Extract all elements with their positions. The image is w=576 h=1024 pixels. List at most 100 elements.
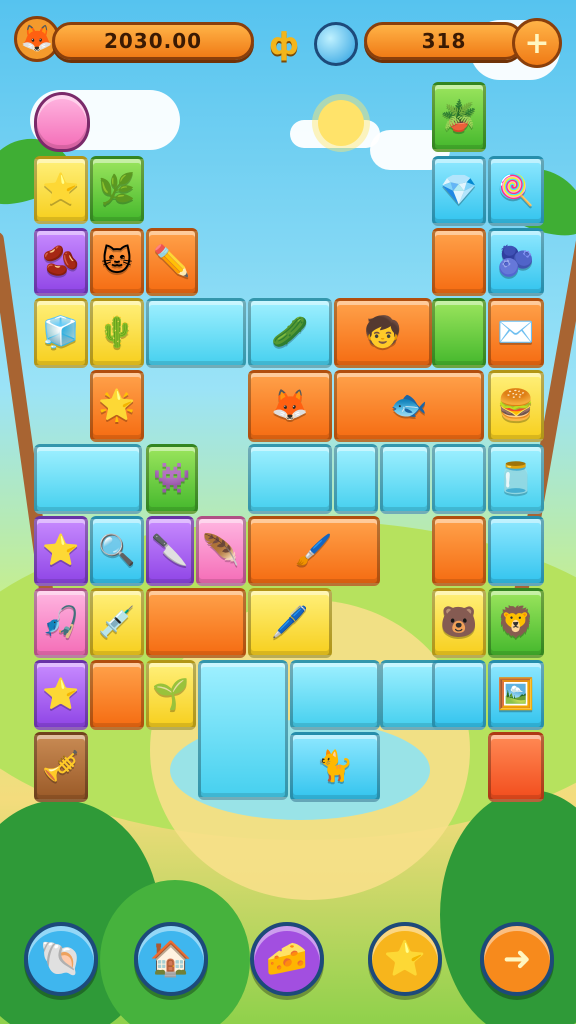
tile-filler[interactable] <box>432 660 486 730</box>
tile-leaf[interactable]: 🌿 <box>90 156 144 224</box>
tile-leaf-drop-icon: 🌱 <box>152 677 190 712</box>
tile-brush-icon: 🖌️ <box>295 533 333 568</box>
tile-plant-icon: 🪴 <box>440 99 478 134</box>
tile-star-icon: ⭐ <box>42 172 80 207</box>
tile-fish-icon: 🐟 <box>390 388 428 423</box>
tile-filler[interactable] <box>432 298 486 368</box>
tile-star-small[interactable]: ⭐ <box>34 660 88 730</box>
shell-icon: 🐚 <box>39 939 83 979</box>
tile-orange-small[interactable] <box>90 660 144 730</box>
tile-ice-icon: 🧊 <box>42 315 80 350</box>
tile-filler[interactable] <box>432 228 486 296</box>
tile-frame[interactable]: 🖼️ <box>488 660 544 730</box>
tile-jar-icon: 🫙 <box>497 461 535 496</box>
tile-filler[interactable] <box>432 444 486 514</box>
tile-kids[interactable]: 🧒 <box>334 298 432 368</box>
tile-fox[interactable]: 🦊 <box>248 370 332 442</box>
tile-magnifier[interactable]: 🔍 <box>90 516 144 586</box>
house-icon: 🏠 <box>149 939 193 979</box>
tile-burger[interactable]: 🍔 <box>488 370 544 442</box>
tile-envelope-icon: ✉️ <box>497 315 535 350</box>
tile-pencil-icon: ✏️ <box>153 244 191 279</box>
tile-ice[interactable]: 🧊 <box>34 298 88 368</box>
tile-magnifier-icon: 🔍 <box>98 533 136 568</box>
tile-leaf-icon: 🌿 <box>98 172 136 207</box>
tile-orange-wide[interactable] <box>146 588 246 658</box>
tile-star-yellow[interactable]: ⭐ <box>34 516 88 586</box>
tile-feather[interactable]: 🪶 <box>196 516 246 586</box>
cheese-button[interactable]: 🧀 <box>250 922 324 996</box>
tile-pen-icon: 🖊️ <box>271 605 309 640</box>
tile-brush[interactable]: 🖌️ <box>248 516 380 586</box>
tile-bean[interactable]: 🫘 <box>34 228 88 296</box>
tile-orange-block[interactable] <box>432 516 486 586</box>
tile-jar[interactable]: 🫙 <box>488 444 544 514</box>
tile-knife[interactable]: 🔪 <box>146 516 194 586</box>
tile-fish[interactable]: 🐟 <box>334 370 484 442</box>
tile-knife-icon: 🔪 <box>151 533 189 568</box>
sun-icon <box>318 100 364 146</box>
gem-icon <box>314 22 358 66</box>
tile-bear-icon: 🐻 <box>440 605 478 640</box>
tile-star-small-icon: ⭐ <box>42 677 80 712</box>
star-button[interactable]: ⭐ <box>368 922 442 996</box>
tile-pickle[interactable]: 🥒 <box>248 298 332 368</box>
tile-kids-icon: 🧒 <box>364 315 402 350</box>
tile-filler[interactable] <box>380 444 430 514</box>
tile-lion[interactable]: 🦁 <box>488 588 544 658</box>
tile-lollipop[interactable]: 🍭 <box>488 156 544 226</box>
tile-filler[interactable] <box>334 444 378 514</box>
tile-star-yellow-icon: ⭐ <box>42 533 80 568</box>
star-icon: ⭐ <box>383 939 427 979</box>
tile-blue-block[interactable] <box>488 516 544 586</box>
tile-frame-icon: 🖼️ <box>497 677 535 712</box>
rune-icon: ф <box>269 26 299 62</box>
add-coins-button[interactable]: + <box>512 18 562 68</box>
tile-pencil[interactable]: ✏️ <box>146 228 198 296</box>
tile-syringe-icon: 💉 <box>98 605 136 640</box>
tile-gem-icon: 💎 <box>440 173 478 208</box>
tile-plant[interactable]: 🪴 <box>432 82 486 152</box>
tile-red[interactable] <box>488 732 544 802</box>
tile-monster[interactable]: 👾 <box>146 444 198 514</box>
tile-trumpet-icon: 🎺 <box>42 749 80 784</box>
tile-ice-big[interactable] <box>198 660 288 800</box>
egg-decoration <box>34 92 90 152</box>
tile-empty[interactable] <box>146 298 246 368</box>
tile-cat[interactable]: 🐱 <box>90 228 144 296</box>
coins-value: 318 <box>421 29 467 53</box>
tile-burger-icon: 🍔 <box>497 388 535 423</box>
tile-feather-icon: 🪶 <box>202 533 240 568</box>
tile-star[interactable]: ⭐ <box>34 156 88 224</box>
tile-hook[interactable]: 🎣 <box>34 588 88 658</box>
tile-pickle-icon: 🥒 <box>271 315 309 350</box>
coins-panel: 318 <box>364 22 524 60</box>
tile-leaf-drop[interactable]: 🌱 <box>146 660 196 730</box>
tile-hook-icon: 🎣 <box>42 605 80 640</box>
house-button[interactable]: 🏠 <box>134 922 208 996</box>
tile-pen[interactable]: 🖊️ <box>248 588 332 658</box>
tile-lion-icon: 🦁 <box>497 605 535 640</box>
tile-blob-icon: 🫐 <box>497 244 535 279</box>
tile-cactus[interactable]: 🌵 <box>90 298 144 368</box>
tile-blob[interactable]: 🫐 <box>488 228 544 296</box>
tile-kitten-icon: 🐈 <box>316 749 354 784</box>
tile-filler[interactable] <box>248 444 332 514</box>
next-button[interactable]: ➜ <box>480 922 554 996</box>
tile-star-pink[interactable]: 🌟 <box>90 370 144 442</box>
tile-trumpet[interactable]: 🎺 <box>34 732 88 802</box>
tile-monster-icon: 👾 <box>153 461 191 496</box>
tile-bear[interactable]: 🐻 <box>432 588 486 658</box>
next-icon: ➜ <box>502 939 532 979</box>
tile-syringe[interactable]: 💉 <box>90 588 144 658</box>
tile-star-pink-icon: 🌟 <box>98 388 136 423</box>
tile-cat-icon: 🐱 <box>101 244 133 279</box>
tile-kitten[interactable]: 🐈 <box>290 732 380 802</box>
shell-button[interactable]: 🐚 <box>24 922 98 996</box>
tile-envelope[interactable]: ✉️ <box>488 298 544 368</box>
tile-cyan-wide[interactable] <box>34 444 142 514</box>
tile-fox-icon: 🦊 <box>271 388 309 423</box>
tile-lollipop-icon: 🍭 <box>497 173 535 208</box>
tile-cyan-top[interactable] <box>290 660 380 730</box>
tile-gem[interactable]: 💎 <box>432 156 486 226</box>
